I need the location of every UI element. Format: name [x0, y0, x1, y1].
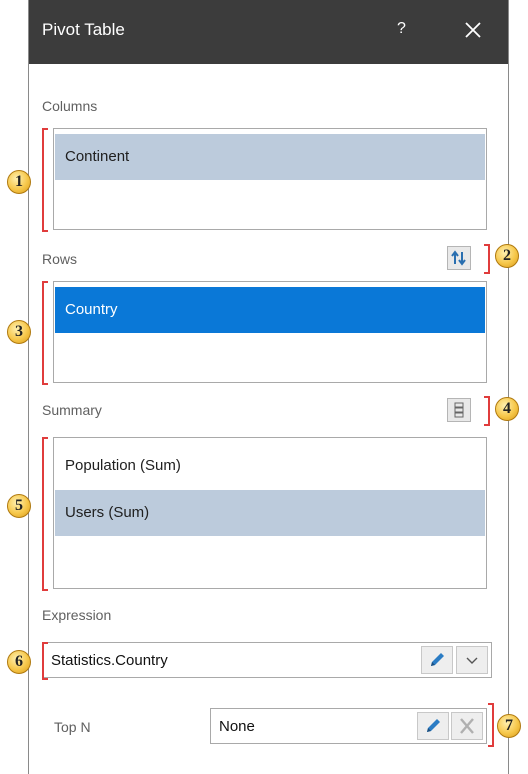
pencil-icon	[431, 653, 444, 666]
annotation-bracket	[42, 642, 48, 680]
close-icon[interactable]	[461, 18, 485, 42]
swap-arrows-icon	[451, 250, 466, 266]
annotation-badge-6: 6	[7, 650, 31, 674]
rows-list[interactable]: Country	[53, 281, 487, 383]
columns-list[interactable]: Continent	[53, 128, 487, 230]
title-bar: Pivot Table ?	[29, 0, 508, 64]
expression-dropdown-button[interactable]	[456, 646, 488, 674]
annotation-bracket	[488, 703, 494, 747]
help-button[interactable]: ?	[397, 20, 406, 38]
list-item[interactable]: Users (Sum)	[55, 490, 485, 536]
expression-value: Statistics.Country	[51, 652, 168, 669]
list-item[interactable]: Country	[55, 287, 485, 333]
dialog-title: Pivot Table	[42, 20, 125, 39]
columns-label: Columns	[42, 98, 98, 114]
annotation-bracket	[42, 128, 48, 232]
edit-expression-button[interactable]	[421, 646, 453, 674]
layout-list-icon	[454, 402, 464, 418]
summary-layout-button[interactable]	[447, 398, 471, 422]
topn-label: Top N	[54, 719, 91, 735]
annotation-bracket	[42, 437, 48, 591]
annotation-badge-7: 7	[497, 714, 521, 738]
expression-label: Expression	[42, 607, 112, 623]
annotation-badge-4: 4	[495, 397, 519, 421]
expression-field[interactable]: Statistics.Country	[42, 642, 492, 678]
annotation-bracket	[484, 396, 490, 426]
swap-rows-columns-button[interactable]	[447, 246, 471, 270]
annotation-badge-5: 5	[7, 494, 31, 518]
annotation-bracket	[484, 244, 490, 274]
pencil-icon	[427, 719, 440, 732]
list-item[interactable]: Population (Sum)	[55, 443, 485, 489]
pivot-table-dialog: Pivot Table ? Columns Continent Rows Cou…	[28, 0, 509, 774]
clear-x-icon	[460, 718, 474, 734]
list-item[interactable]: Continent	[55, 134, 485, 180]
annotation-badge-3: 3	[7, 320, 31, 344]
chevron-down-icon	[466, 657, 478, 664]
topn-value: None	[219, 718, 255, 735]
rows-label: Rows	[42, 251, 78, 267]
summary-list[interactable]: Population (Sum) Users (Sum)	[53, 437, 487, 589]
summary-label: Summary	[42, 402, 102, 418]
topn-field[interactable]: None	[210, 708, 487, 744]
clear-topn-button[interactable]	[451, 712, 483, 740]
annotation-badge-1: 1	[7, 170, 31, 194]
annotation-badge-2: 2	[495, 244, 519, 268]
edit-topn-button[interactable]	[417, 712, 449, 740]
annotation-bracket	[42, 281, 48, 385]
